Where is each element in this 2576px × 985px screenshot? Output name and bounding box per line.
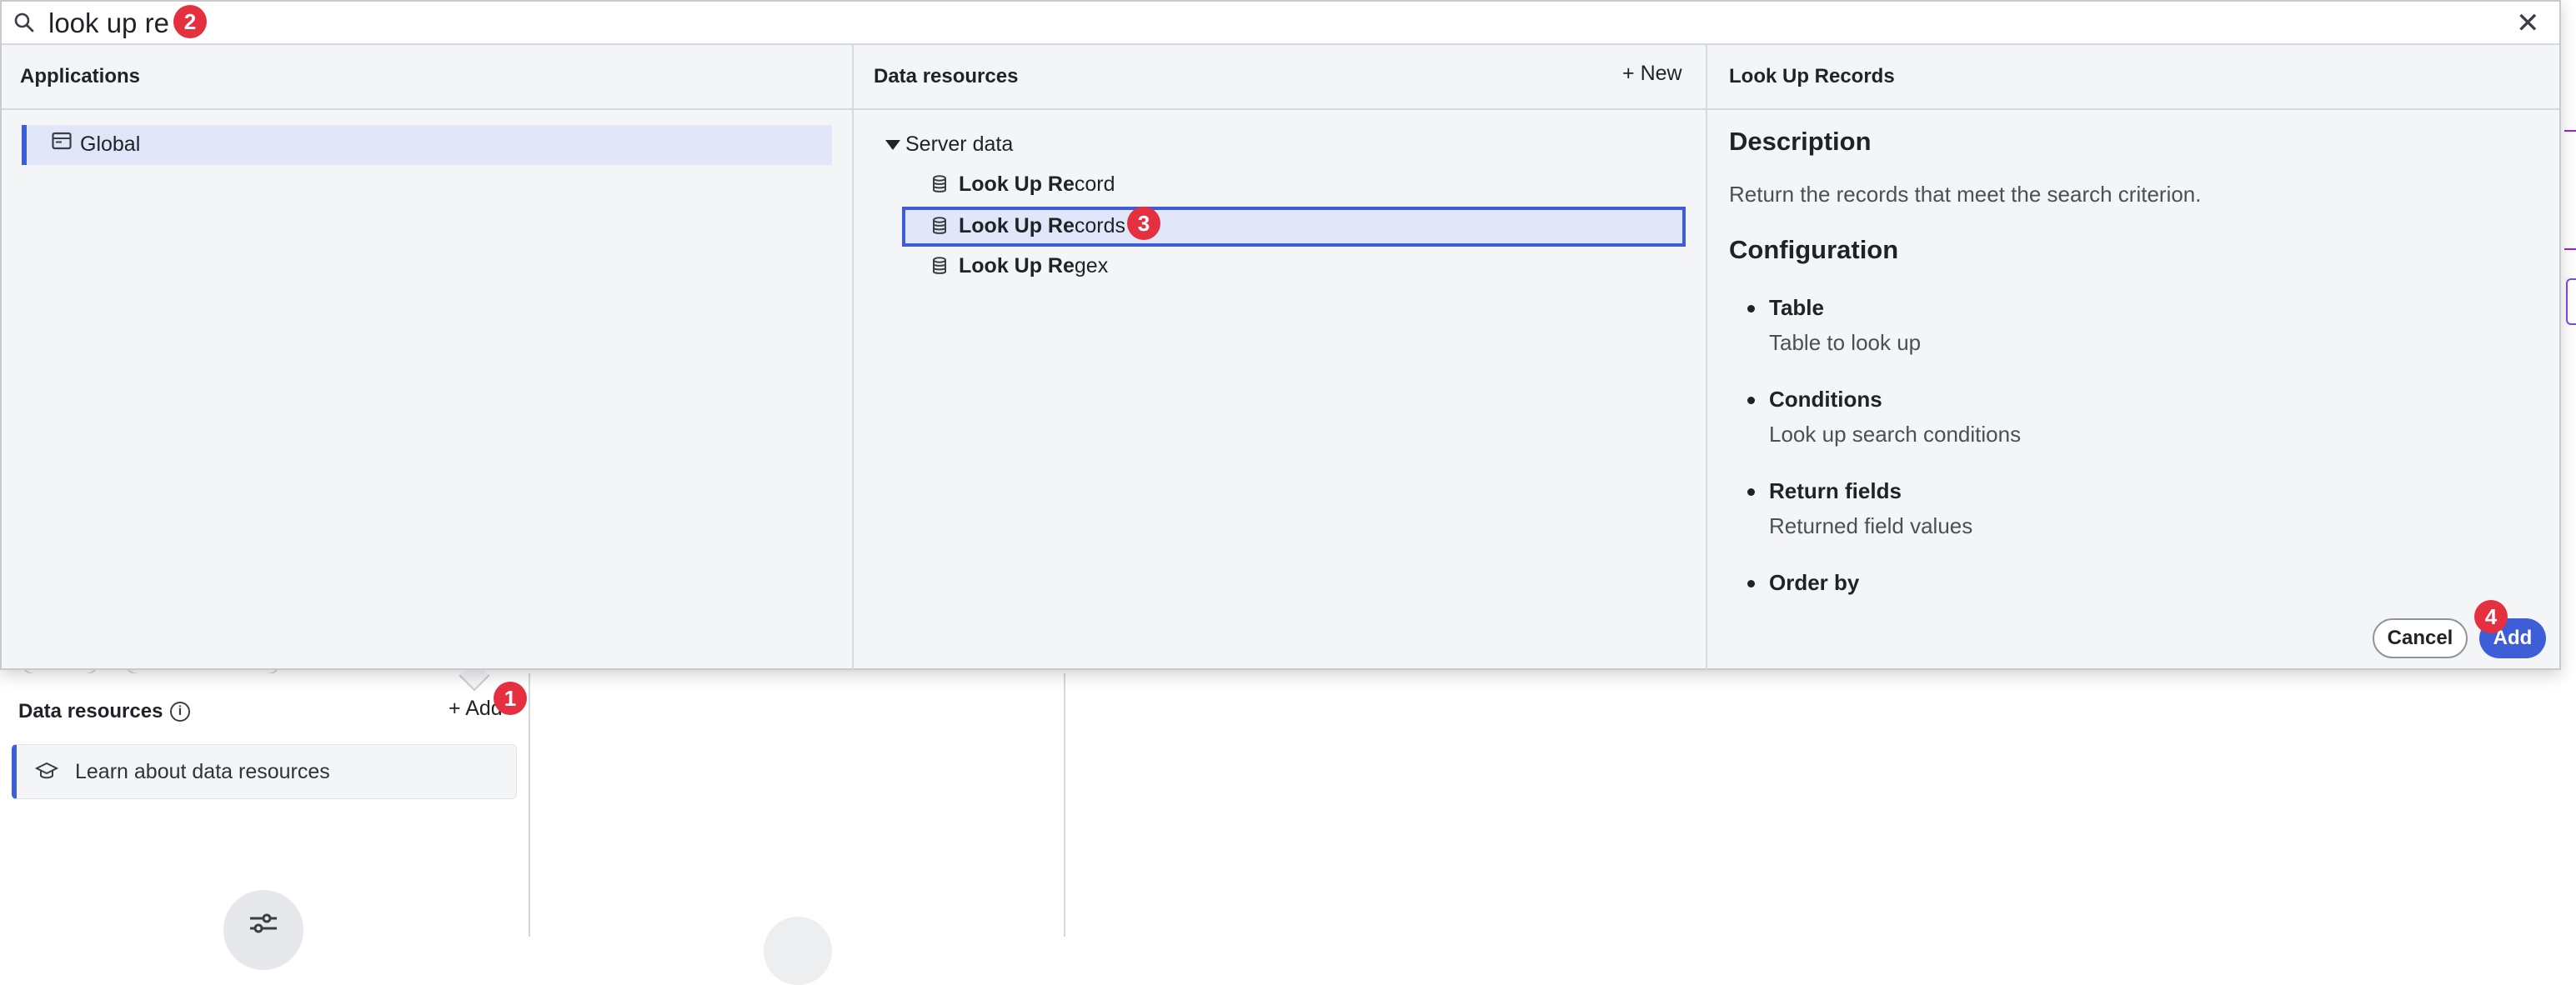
data-resource-picker-popup: ✕ Applications Global Data resources + N… — [0, 0, 2561, 672]
config-name: Table — [1769, 295, 1824, 320]
cancel-button[interactable]: Cancel — [2373, 618, 2468, 658]
search-input[interactable] — [48, 5, 2466, 42]
configuration-heading: Configuration — [1729, 235, 1899, 264]
info-icon[interactable]: i — [170, 702, 190, 722]
new-label: New — [1640, 62, 1682, 85]
config-desc: Table to look up — [1769, 330, 1922, 355]
learn-about-data-resources-link[interactable]: Learn about data resources — [12, 744, 517, 799]
data-resources-column-title: Data resources — [874, 65, 1019, 88]
graduation-cap-icon — [34, 762, 59, 788]
sliders-icon — [248, 912, 278, 943]
plus-icon: + — [1622, 62, 1635, 85]
bullet — [1747, 397, 1755, 404]
config-name: Order by — [1769, 570, 1860, 595]
empty-state-circle — [764, 917, 832, 985]
description-heading: Description — [1729, 127, 1872, 156]
config-name: Conditions — [1769, 387, 1882, 412]
column-divider — [852, 45, 854, 672]
data-resources-title: Data resources — [18, 700, 163, 722]
application-item-global[interactable]: Global — [22, 125, 832, 165]
caret-down-icon[interactable] — [885, 140, 900, 150]
learn-link-label: Learn about data resources — [75, 760, 330, 783]
tree-item-label: Look Up Records — [959, 214, 1126, 238]
tree-item-look-up-regex[interactable]: Look Up Regex — [902, 247, 1686, 287]
step-badge-2: 2 — [173, 5, 207, 38]
config-desc: Look up search conditions — [1769, 422, 2022, 447]
description-text: Return the records that meet the search … — [1729, 182, 2202, 207]
search-icon — [13, 12, 35, 38]
search-bar: ✕ — [2, 2, 2559, 45]
middle-panel — [530, 673, 1065, 937]
application-label: Global — [80, 132, 141, 156]
canvas-connector-lines — [2564, 117, 2576, 333]
new-data-resource-button[interactable]: + New — [1622, 62, 1682, 86]
tree-item-look-up-record[interactable]: Look Up Record — [902, 165, 1686, 205]
header-divider — [2, 108, 2559, 110]
applications-title: Applications — [20, 65, 141, 88]
column-divider — [1706, 45, 1707, 672]
step-badge-4: 4 — [2474, 600, 2508, 633]
database-icon — [932, 257, 947, 279]
window-icon — [52, 132, 72, 154]
bullet — [1747, 305, 1755, 312]
tree-group-server-data[interactable]: Server data — [905, 132, 1013, 157]
bullet — [1747, 488, 1755, 496]
details-title: Look Up Records — [1729, 65, 1895, 88]
database-icon — [932, 175, 947, 198]
plus-icon: + — [449, 697, 461, 720]
database-icon — [932, 217, 947, 239]
bullet — [1747, 580, 1755, 588]
config-name: Return fields — [1769, 478, 1902, 503]
tree-item-look-up-records[interactable]: Look Up Records — [902, 207, 1686, 247]
step-badge-1: 1 — [494, 682, 527, 715]
step-badge-3: 3 — [1127, 207, 1160, 240]
tree-item-label: Look Up Record — [959, 172, 1115, 196]
close-icon[interactable]: ✕ — [2516, 7, 2540, 40]
config-desc: Returned field values — [1769, 513, 1973, 538]
tree-item-label: Look Up Regex — [959, 254, 1109, 278]
